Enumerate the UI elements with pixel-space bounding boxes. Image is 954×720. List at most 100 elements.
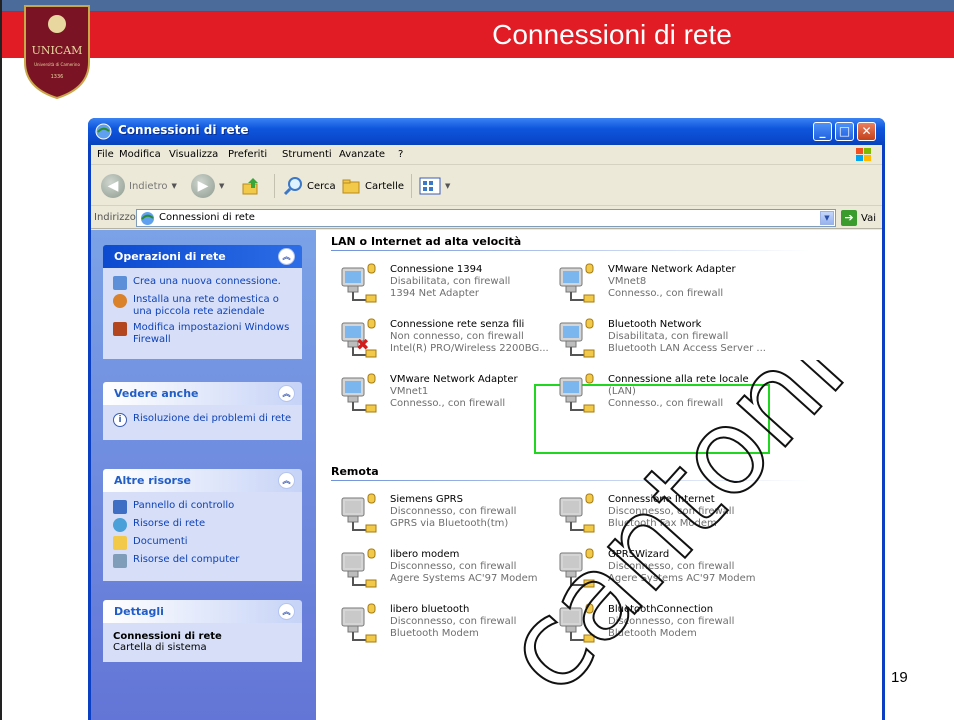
panel-see-also: Vedere anche ︽ i Risoluzione dei problem…	[103, 382, 302, 440]
views-icon	[419, 177, 441, 195]
back-button[interactable]: ◀ Indietro ▼	[101, 173, 177, 199]
menu-visualizza[interactable]: Visualizza	[169, 149, 218, 160]
group-divider	[331, 250, 811, 251]
panel-details: Dettagli ︽ Connessioni di rete Cartella …	[103, 600, 302, 662]
task-label: Crea una nuova connessione.	[133, 276, 281, 287]
place-label: Risorse di rete	[133, 518, 206, 529]
menu-modifica[interactable]: Modifica	[119, 149, 161, 160]
collapse-chevron-icon[interactable]: ︽	[278, 472, 295, 489]
dropdown-icon: ▼	[445, 182, 451, 190]
close-button[interactable]: ✕	[857, 122, 876, 141]
connection-status: Disconnesso, con firewall	[390, 616, 517, 627]
network-connection-icon	[341, 373, 377, 413]
menu-preferiti[interactable]: Preferiti	[228, 149, 267, 160]
my-computer-icon	[113, 554, 127, 568]
up-folder-button[interactable]	[241, 173, 261, 199]
svg-text:Università di Camerino: Università di Camerino	[34, 62, 80, 67]
menu-avanzate[interactable]: Avanzate	[339, 149, 385, 160]
go-arrow-icon: ➔	[841, 210, 857, 226]
slide-title: Connessioni di rete	[492, 19, 732, 50]
panel-title: Operazioni di rete	[114, 250, 226, 263]
connection-name: Connessione rete senza fili	[390, 319, 525, 330]
place-item[interactable]: Pannello di controllo	[113, 500, 292, 514]
connection-item[interactable]: Connessione alla rete locale (LAN) Conness…	[554, 372, 774, 418]
connection-item[interactable]: VMware Network Adapter VMnet8 Connesso., c…	[554, 262, 774, 308]
network-connections-icon	[141, 212, 154, 225]
network-places-icon	[113, 518, 127, 532]
dialup-connection-icon	[559, 493, 595, 533]
connection-item[interactable]: Connessione Internet Disconnesso, con fir…	[554, 492, 774, 538]
task-item[interactable]: Crea una nuova connessione.	[113, 276, 292, 290]
folders-label: Cartelle	[365, 180, 405, 192]
panel-header[interactable]: Dettagli ︽	[103, 600, 302, 623]
back-label: Indietro	[129, 180, 168, 192]
windows-logo-icon	[856, 148, 871, 161]
firewall-icon	[113, 322, 127, 336]
group-divider	[331, 480, 811, 481]
search-button[interactable]: Cerca	[283, 173, 336, 199]
connection-item[interactable]: libero modem Disconnesso, con firewall Age…	[336, 547, 556, 593]
panel-title: Dettagli	[114, 605, 164, 618]
task-label: Risoluzione dei problemi di rete	[133, 413, 292, 424]
views-button[interactable]: ▼	[419, 173, 450, 199]
panel-body: Connessioni di rete Cartella di sistema	[103, 623, 302, 662]
minimize-button[interactable]: _	[813, 122, 832, 141]
connection-item[interactable]: Siemens GPRS Disconnesso, con firewall GPR…	[336, 492, 556, 538]
go-button[interactable]: ➔ Vai	[841, 210, 876, 226]
connection-name: Connessione Internet	[608, 494, 715, 505]
connection-item[interactable]: Connessione 1394 Disabilitata, con firewa…	[336, 262, 556, 308]
up-folder-icon	[242, 178, 258, 195]
collapse-chevron-icon[interactable]: ︽	[278, 603, 295, 620]
panel-header[interactable]: Operazioni di rete ︽	[103, 245, 302, 268]
folders-button[interactable]: Cartelle	[341, 173, 404, 199]
dialup-connection-icon	[341, 603, 377, 643]
forward-button[interactable]: ▶ ▼	[191, 173, 224, 199]
connection-item[interactable]: BluetoothConnection Disconnesso, con fire…	[554, 602, 774, 648]
dialup-connection-icon	[559, 548, 595, 588]
connection-name: libero modem	[390, 549, 460, 560]
dropdown-icon: ▼	[219, 182, 225, 190]
search-label: Cerca	[307, 180, 336, 192]
menu-help[interactable]: ?	[398, 149, 403, 160]
slide: Connessioni di rete UNICAM Università di…	[0, 0, 954, 720]
connection-item[interactable]: GPRSWizard Disconnesso, con firewall Agere…	[554, 547, 774, 593]
connection-item[interactable]: VMware Network Adapter VMnet1 Connesso., c…	[336, 372, 556, 418]
page-number: 19	[891, 669, 908, 686]
task-item[interactable]: Installa una rete domestica o una piccol…	[113, 294, 292, 318]
collapse-chevron-icon[interactable]: ︽	[278, 385, 295, 402]
connection-item[interactable]: Bluetooth Network Disabilitata, con firew…	[554, 317, 774, 363]
address-field[interactable]: Connessioni di rete ▼	[136, 209, 836, 227]
window-body: File Modifica Visualizza Preferiti Strum…	[91, 145, 882, 720]
connection-device: 1394 Net Adapter	[390, 288, 480, 299]
panel-other-places: Altre risorse ︽ Pannello di controllo Ri…	[103, 469, 302, 581]
maximize-button[interactable]: □	[835, 122, 854, 141]
task-item[interactable]: i Risoluzione dei problemi di rete	[113, 413, 292, 427]
connection-item[interactable]: libero bluetooth Disconnesso, con firewal…	[336, 602, 556, 648]
place-item[interactable]: Risorse di rete	[113, 518, 292, 532]
window-title: Connessioni di rete	[118, 123, 249, 137]
menu-strumenti[interactable]: Strumenti	[282, 149, 332, 160]
forward-arrow-icon: ▶	[191, 174, 215, 198]
panel-header[interactable]: Altre risorse ︽	[103, 469, 302, 492]
connection-name: VMware Network Adapter	[390, 374, 518, 385]
connection-item[interactable]: Connessione rete senza fili Non connesso,…	[336, 317, 556, 363]
window-titlebar[interactable]: Connessioni di rete _ □ ✕	[88, 118, 885, 145]
place-item[interactable]: Documenti	[113, 536, 292, 550]
network-connection-icon	[559, 263, 595, 303]
menu-file[interactable]: File	[97, 149, 114, 160]
place-item[interactable]: Risorse del computer	[113, 554, 292, 568]
panel-header[interactable]: Vedere anche ︽	[103, 382, 302, 405]
connection-status: Disabilitata, con firewall	[390, 276, 511, 287]
address-dropdown-icon[interactable]: ▼	[820, 211, 834, 225]
collapse-chevron-icon[interactable]: ︽	[278, 248, 295, 265]
connection-name: VMware Network Adapter	[608, 264, 736, 275]
toolbar-separator	[274, 174, 275, 198]
group-header-remote: Remota	[331, 465, 379, 478]
address-label: Indirizzo	[94, 212, 136, 223]
info-icon: i	[113, 413, 127, 427]
task-item[interactable]: Modifica impostazioni Windows Firewall	[113, 322, 292, 346]
toolbar-separator	[411, 174, 412, 198]
connection-status: Non connesso, con firewall	[390, 331, 524, 342]
connection-name: Connessione alla rete locale	[608, 374, 749, 385]
connection-status: Disabilitata, con firewall	[608, 331, 729, 342]
